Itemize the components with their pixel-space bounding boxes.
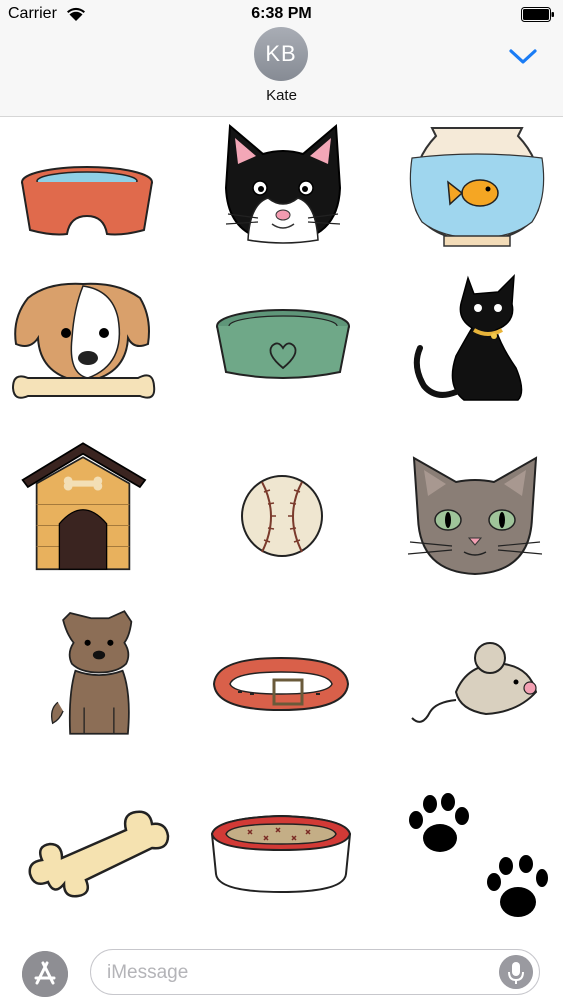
- paw-prints-icon[interactable]: [398, 790, 548, 930]
- sticker-grid: [0, 118, 563, 942]
- message-placeholder: iMessage: [107, 962, 189, 983]
- message-input[interactable]: iMessage: [90, 949, 540, 995]
- bone-icon[interactable]: [22, 788, 172, 928]
- black-white-cat-face-icon[interactable]: [208, 118, 358, 258]
- app-store-icon[interactable]: [22, 951, 68, 997]
- orange-food-bowl-icon[interactable]: [12, 138, 162, 278]
- toy-mouse-icon[interactable]: [408, 630, 558, 770]
- dog-house-icon[interactable]: [8, 438, 158, 578]
- contact-avatar[interactable]: KB: [254, 27, 308, 81]
- microphone-icon[interactable]: [499, 955, 533, 989]
- conversation-header: Carrier 6:38 PM KB Kate: [0, 0, 563, 117]
- baseball-icon[interactable]: [212, 448, 362, 588]
- gray-cat-face-icon[interactable]: [400, 448, 550, 588]
- status-bar: Carrier 6:38 PM: [0, 0, 563, 30]
- chevron-down-icon[interactable]: [508, 46, 538, 66]
- contact-name[interactable]: Kate: [0, 87, 563, 104]
- black-cat-icon[interactable]: [406, 268, 556, 408]
- message-composer: iMessage: [0, 943, 563, 1000]
- red-collar-icon[interactable]: [206, 630, 356, 770]
- green-heart-bowl-icon[interactable]: [208, 298, 358, 438]
- pet-bed-icon[interactable]: [206, 802, 356, 942]
- brown-dog-sitting-icon[interactable]: [24, 606, 174, 746]
- battery-icon: [521, 7, 554, 22]
- status-time: 6:38 PM: [251, 5, 312, 22]
- puppy-with-bone-icon[interactable]: [8, 278, 158, 418]
- goldfish-bowl-icon[interactable]: [402, 118, 552, 258]
